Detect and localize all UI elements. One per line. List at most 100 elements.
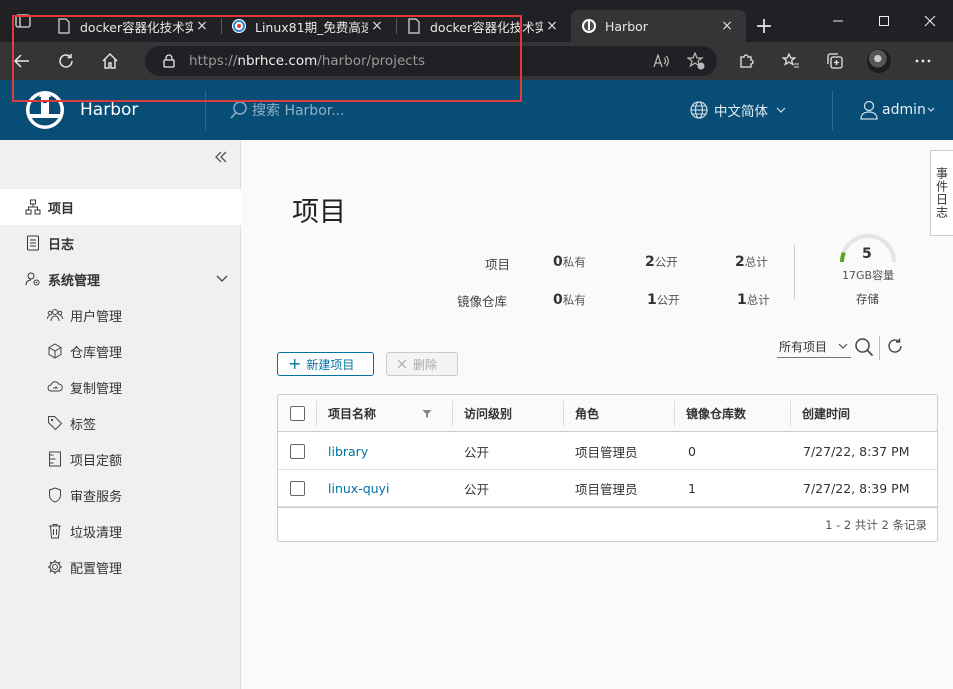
sidebar-item-administration[interactable]: 系统管理 (0, 261, 241, 297)
browser-extensions (725, 42, 945, 80)
gear-icon (48, 560, 62, 574)
lock-icon (163, 54, 175, 68)
sidebar-item-interrogation[interactable]: 审查服务 (0, 477, 241, 513)
harbor-logo-icon[interactable] (24, 89, 66, 131)
column-separator (790, 401, 791, 426)
sidebar-item-label: 复制管理 (70, 381, 123, 397)
new-tab-button[interactable]: + (746, 10, 782, 42)
user-menu[interactable]: admin (860, 100, 936, 120)
close-icon[interactable]: × (193, 18, 211, 34)
sidebar-item-projects[interactable]: 项目 (0, 189, 241, 225)
sidebar-item-registries[interactable]: 仓库管理 (0, 333, 241, 369)
stats-divider (794, 245, 795, 299)
browser-tab-3[interactable]: docker容器化技术实 × (396, 10, 571, 42)
column-header-repos[interactable]: 镜像仓库数 (686, 395, 746, 432)
main-content: 项目 项目 镜像仓库 0私有 2公开 2总计 0私有 1公开 1总计 5 17G… (242, 140, 953, 689)
column-header-access[interactable]: 访问级别 (464, 395, 512, 432)
chevron-down-icon (927, 107, 935, 112)
close-icon (397, 359, 407, 369)
sidebar-item-label: 仓库管理 (70, 345, 123, 361)
tab-title: Linux81期_免费高速 (255, 19, 368, 35)
sidebar-item-users[interactable]: 用户管理 (0, 297, 241, 333)
select-all-checkbox[interactable] (290, 406, 305, 421)
collections-icon[interactable] (813, 42, 857, 80)
address-bar[interactable]: https://nbrhce.com/harbor/projects (145, 46, 717, 76)
language-selector[interactable]: 中文简体 (690, 100, 788, 120)
refresh-button[interactable] (44, 42, 88, 80)
project-filter-select[interactable]: 所有项目 (777, 336, 851, 358)
global-search[interactable]: 搜索 Harbor... (230, 100, 345, 120)
add-favorite-icon[interactable] (687, 52, 705, 70)
project-created: 7/27/22, 8:37 PM (803, 444, 910, 459)
stat-repos-private: 0私有 (553, 292, 586, 308)
table-row: library 公开 项目管理员 0 7/27/22, 8:37 PM (278, 433, 937, 470)
stat-projects-private: 0私有 (553, 254, 586, 270)
new-project-label: 新建项目 (306, 357, 355, 372)
cloud-sync-icon (47, 381, 63, 392)
user-icon (860, 100, 878, 120)
row-checkbox[interactable] (290, 481, 305, 496)
delete-button[interactable]: 删除 (386, 352, 458, 376)
plus-icon: + (288, 354, 302, 373)
url-text: https://nbrhce.com/harbor/projects (189, 53, 425, 69)
close-window-icon[interactable] (907, 0, 953, 42)
search-icon[interactable] (854, 337, 874, 357)
harbor-favicon-icon (582, 19, 596, 33)
sidebar-item-label: 垃圾清理 (70, 525, 123, 541)
sidebar-item-gc[interactable]: 垃圾清理 (0, 513, 241, 549)
collapse-sidebar-icon[interactable] (214, 150, 228, 164)
back-arrow-icon (13, 54, 29, 68)
column-header-name[interactable]: 项目名称 (328, 395, 376, 432)
search-icon (230, 101, 247, 119)
close-icon[interactable]: × (718, 18, 736, 34)
search-placeholder: 搜索 Harbor... (252, 103, 345, 119)
minimize-icon[interactable] (815, 0, 861, 42)
admin-users-icon (25, 272, 40, 286)
chevron-down-icon[interactable] (215, 271, 229, 285)
event-log-tab[interactable]: 事件日志 (930, 150, 953, 236)
profile-avatar[interactable] (857, 42, 901, 80)
sidebar-item-labels[interactable]: 标签 (0, 405, 241, 441)
sidebar-item-logs[interactable]: 日志 (0, 225, 241, 261)
column-separator (674, 401, 675, 426)
close-icon[interactable]: × (543, 18, 561, 34)
maximize-icon[interactable] (861, 0, 907, 42)
filter-icon[interactable] (422, 409, 432, 419)
back-button[interactable] (0, 42, 44, 80)
trash-icon (49, 524, 61, 539)
refresh-icon (59, 54, 73, 68)
refresh-icon[interactable] (886, 337, 904, 355)
browser-tab-2[interactable]: Linux81期_免费高速 × (221, 10, 396, 42)
tab-actions-icon[interactable] (0, 0, 46, 42)
sidebar-item-replications[interactable]: 复制管理 (0, 369, 241, 405)
close-icon[interactable]: × (368, 18, 386, 34)
sidebar-item-config[interactable]: 配置管理 (0, 549, 241, 585)
document-icon (58, 18, 70, 34)
sidebar-item-quotas[interactable]: 项目定额 (0, 441, 241, 477)
delete-label: 删除 (413, 357, 438, 372)
stats-projects-label: 项目 (485, 257, 511, 272)
browser-toolbar: https://nbrhce.com/harbor/projects (0, 42, 953, 80)
table-row: linux-quyi 公开 项目管理员 1 7/27/22, 8:39 PM (278, 470, 937, 507)
read-aloud-icon[interactable] (653, 54, 669, 68)
project-name-link[interactable]: linux-quyi (328, 470, 389, 507)
column-header-created[interactable]: 创建时间 (802, 395, 850, 432)
pagination-summary: 1 - 2 共计 2 条记录 (825, 518, 927, 532)
sidebar-item-label: 配置管理 (70, 561, 123, 577)
new-project-button[interactable]: + 新建项目 (277, 352, 374, 376)
project-role: 项目管理员 (575, 482, 638, 497)
more-menu-icon[interactable] (901, 42, 945, 80)
sidebar-item-label: 标签 (70, 417, 97, 433)
extensions-icon[interactable] (725, 42, 769, 80)
home-icon (102, 53, 118, 69)
project-access: 公开 (464, 445, 490, 460)
app-header: Harbor 搜索 Harbor... 中文简体 admin (0, 80, 953, 140)
row-checkbox[interactable] (290, 444, 305, 459)
project-name-link[interactable]: library (328, 433, 368, 470)
home-button[interactable] (88, 42, 132, 80)
stat-repos-public: 1公开 (647, 292, 680, 308)
column-header-role[interactable]: 角色 (575, 395, 599, 432)
favorites-icon[interactable] (769, 42, 813, 80)
browser-tab-harbor[interactable]: Harbor × (571, 10, 746, 42)
browser-tab-1[interactable]: docker容器化技术实 × (46, 10, 221, 42)
